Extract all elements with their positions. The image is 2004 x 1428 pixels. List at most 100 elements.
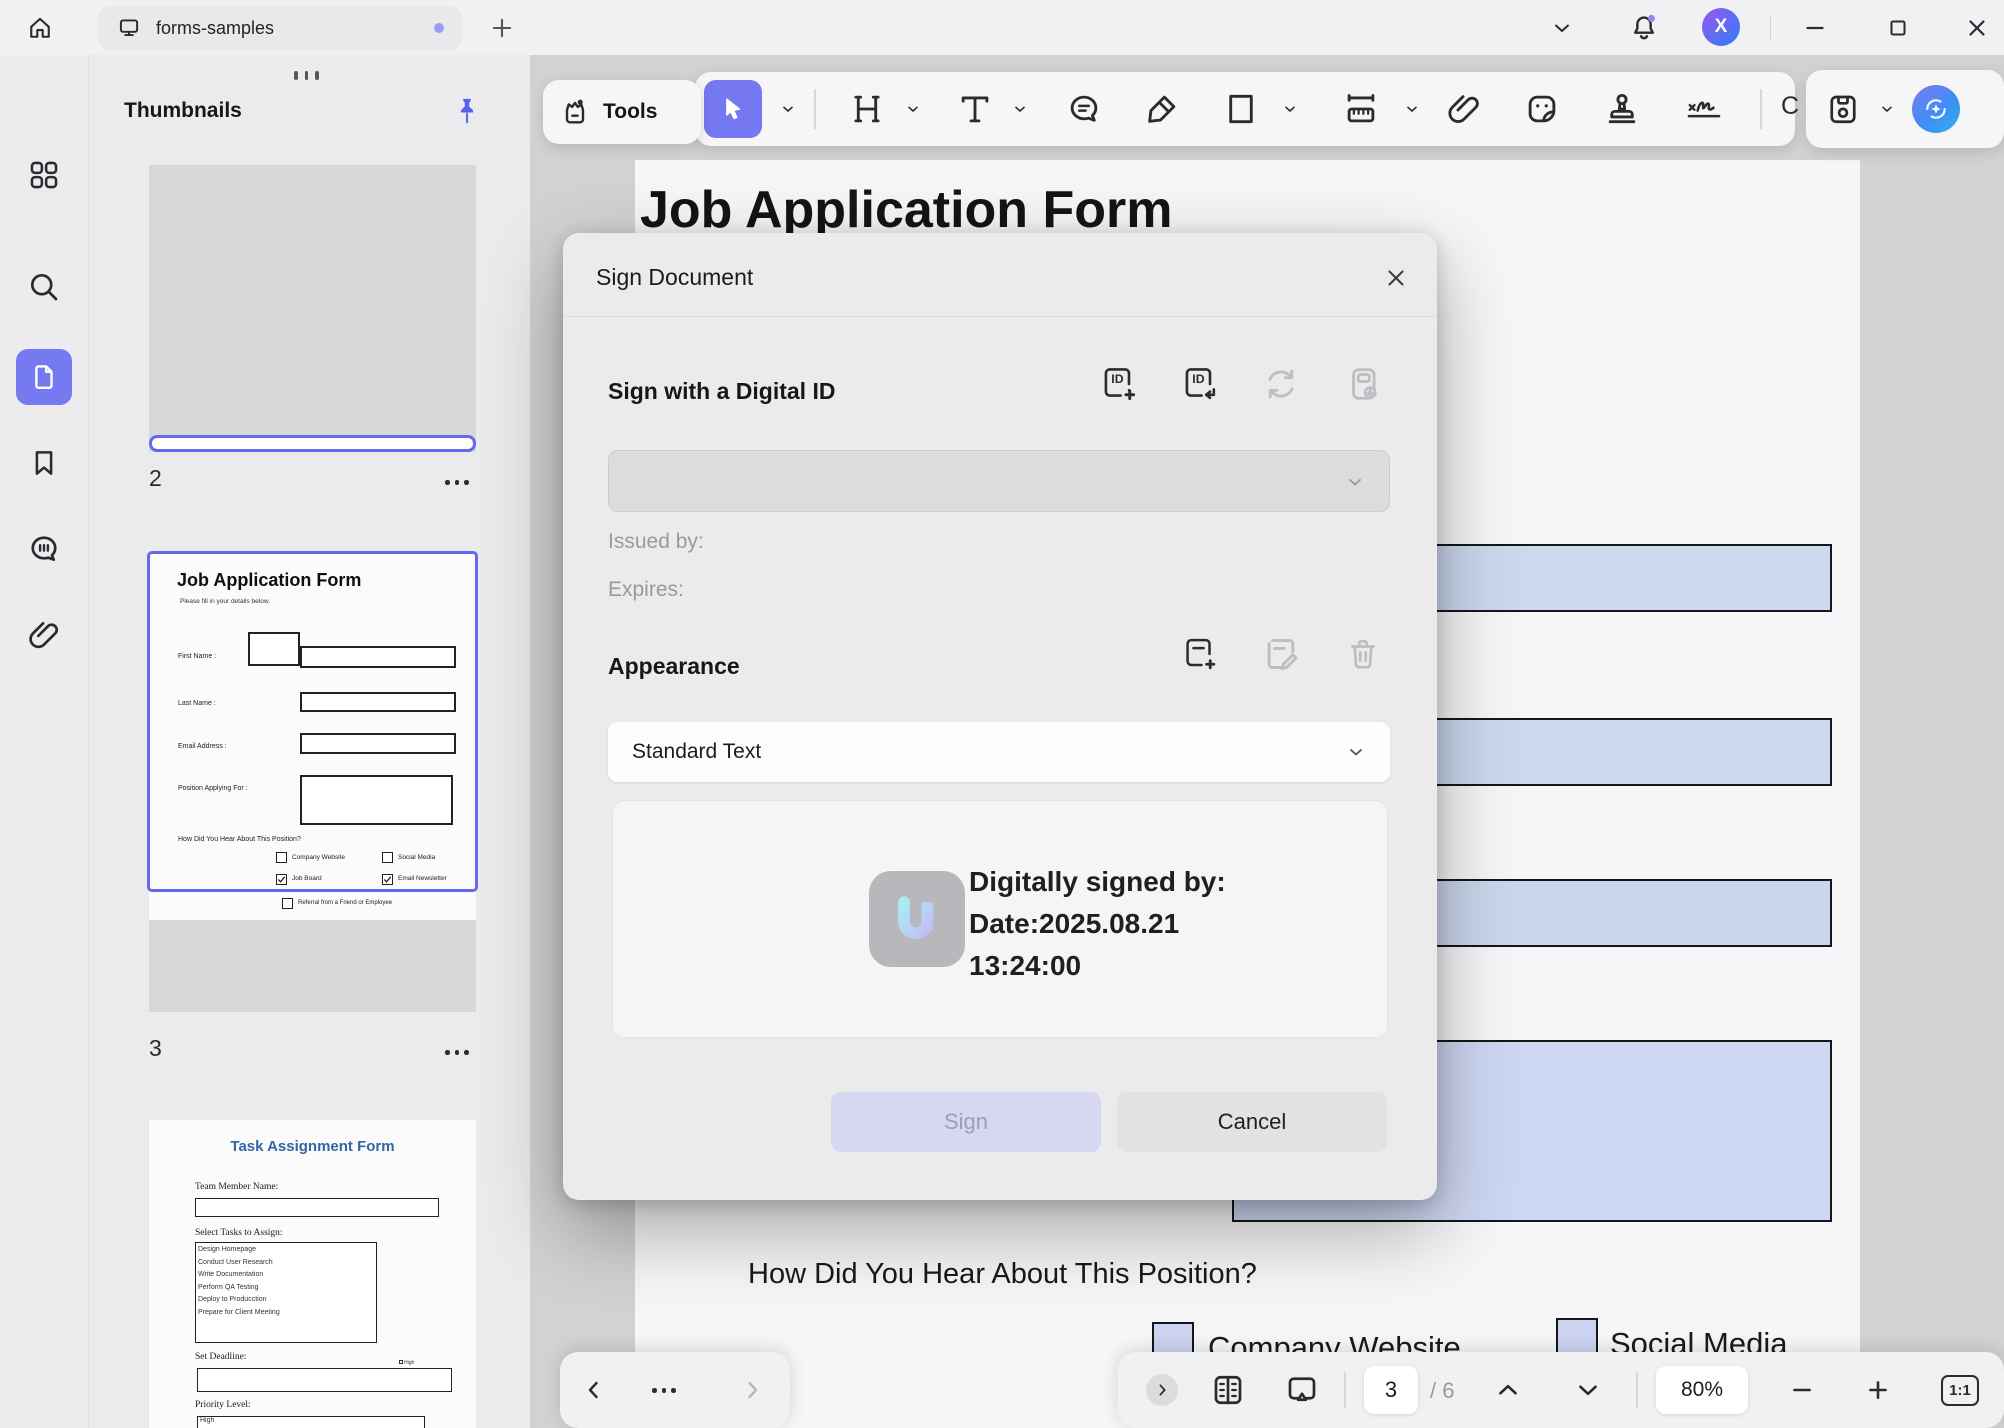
left-rail [0, 55, 88, 1428]
bar-divider [1344, 1372, 1346, 1408]
actual-size-button[interactable]: 1:1 [1934, 1368, 1986, 1412]
new-tab-button[interactable] [480, 10, 524, 46]
account-button[interactable]: X [1702, 8, 1740, 46]
shape-tool-dropdown[interactable] [1275, 94, 1305, 124]
page2-number: 2 [149, 465, 162, 492]
sidebar-item-apps[interactable] [16, 147, 72, 203]
tools-button[interactable]: Tools [543, 80, 701, 144]
trash-icon [1345, 636, 1381, 672]
zoom-level-input[interactable]: 80% [1656, 1366, 1748, 1414]
thumb3-job-label: Job Board [292, 875, 322, 882]
plus-icon [488, 14, 516, 42]
stamp-tool-button[interactable] [1598, 87, 1646, 131]
heading-tool-dropdown[interactable] [898, 94, 928, 124]
document-tab[interactable]: forms-samples [98, 6, 462, 50]
grid-icon [27, 158, 61, 192]
signature-tool-button[interactable] [1678, 87, 1730, 131]
ai-assistant-button[interactable] [1912, 85, 1960, 133]
text-tool-button[interactable] [951, 87, 999, 131]
sign-button[interactable]: Sign [831, 1092, 1101, 1152]
measure-tool-button[interactable] [1337, 87, 1385, 131]
dialog-close-button[interactable] [1375, 257, 1417, 299]
avatar: X [1702, 8, 1740, 46]
create-appearance-button[interactable] [1177, 631, 1223, 677]
app-window: forms-samples X [0, 0, 2004, 1428]
appearance-heading: Appearance [608, 653, 740, 680]
thumb3-company-label: Company Website [292, 854, 345, 861]
save-icon [1825, 91, 1861, 127]
sidebar-item-thumbnails[interactable] [16, 349, 72, 405]
import-digital-id-button[interactable]: ID [1177, 361, 1223, 407]
minus-icon [1789, 1377, 1815, 1403]
bar-divider [1636, 1372, 1638, 1408]
sidebar-item-attachments[interactable] [16, 607, 72, 663]
sidebar-item-bookmarks[interactable] [16, 435, 72, 491]
thumb4-task-item: Deploy to Producction [198, 1294, 374, 1307]
titlebar-collapse-button[interactable] [1540, 10, 1584, 46]
sidebar-item-swatches[interactable] [16, 1413, 72, 1428]
tools-label: Tools [603, 100, 657, 124]
thumb4-priority-label: Priority Level: [195, 1400, 251, 1410]
shape-tool-button[interactable] [1217, 87, 1265, 131]
forward-button[interactable] [732, 1370, 772, 1410]
sticker-tool-button[interactable] [1518, 87, 1566, 131]
close-window-button[interactable] [1955, 10, 1999, 46]
edit-appearance-button[interactable] [1258, 631, 1304, 677]
refresh-id-button[interactable] [1258, 361, 1304, 407]
thumb4-member-label: Team Member Name: [195, 1182, 278, 1192]
save-button[interactable] [1820, 86, 1866, 132]
next-page-button[interactable] [1566, 1368, 1610, 1412]
ai-sparkle-icon [1921, 94, 1951, 124]
heading-tool-button[interactable] [843, 87, 891, 131]
tools-bag-icon [559, 96, 591, 128]
sidebar-item-search[interactable] [16, 259, 72, 315]
highlighter-tool-button[interactable] [1138, 87, 1186, 131]
maximize-icon [1886, 16, 1910, 40]
comment-tool-button[interactable] [1060, 87, 1108, 131]
notifications-button[interactable] [1622, 10, 1666, 46]
thumbnail-page-2[interactable] [149, 165, 476, 452]
page3-menu-button[interactable] [445, 1050, 469, 1055]
select-tool-button[interactable] [704, 80, 762, 138]
thumb3-email-label: Email Address : [178, 743, 227, 750]
home-button[interactable] [18, 10, 62, 46]
minimize-button[interactable] [1793, 10, 1837, 46]
zoom-in-button[interactable] [1856, 1368, 1900, 1412]
pin-panel-button[interactable] [451, 95, 483, 129]
back-button[interactable] [574, 1370, 614, 1410]
text-tool-dropdown[interactable] [1005, 94, 1035, 124]
page2-menu-button[interactable] [445, 480, 469, 485]
thumb4-member-box [195, 1198, 439, 1217]
page-layout-button[interactable] [1206, 1368, 1250, 1412]
zoom-out-button[interactable] [1780, 1368, 1824, 1412]
appearance-select-value: Standard Text [632, 740, 761, 764]
sidebar-item-comments[interactable] [16, 521, 72, 577]
collapse-bar-button[interactable] [1146, 1374, 1178, 1406]
thumbnail-page-4[interactable]: Task Assignment Form Team Member Name: S… [149, 1120, 476, 1428]
maximize-button[interactable] [1876, 10, 1920, 46]
thumbnail-page-3[interactable]: Job Application Form Please fill in your… [147, 551, 478, 892]
chevron-down-icon [1346, 742, 1366, 762]
panel-drag-handle[interactable] [294, 71, 319, 80]
document-title: Job Application Form [640, 180, 1173, 240]
previous-page-button[interactable] [1486, 1368, 1530, 1412]
thumb4-task-item: Prepare for Client Meeting [198, 1307, 374, 1320]
save-dropdown[interactable] [1874, 96, 1900, 122]
delete-appearance-button[interactable] [1340, 631, 1386, 677]
select-tool-dropdown[interactable] [773, 94, 803, 124]
history-menu-button[interactable] [652, 1388, 676, 1393]
presentation-button[interactable] [1280, 1368, 1324, 1412]
thumb3-subtitle: Please fill in your details below. [180, 598, 270, 605]
add-digital-id-button[interactable]: ID [1096, 361, 1142, 407]
thumbnail-page-3-lower[interactable]: Referral from a Friend or Employee [149, 892, 476, 920]
digital-id-select[interactable] [608, 450, 1390, 512]
thumb3-newsletter-label: Email Newsletter [398, 875, 447, 882]
export-id-button[interactable] [1340, 361, 1386, 407]
appearance-select[interactable]: Standard Text [608, 722, 1390, 782]
page-total: / 6 [1430, 1378, 1454, 1404]
cancel-button[interactable]: Cancel [1117, 1092, 1387, 1152]
attach-tool-button[interactable] [1440, 87, 1488, 131]
template-add-icon [1181, 635, 1219, 673]
measure-tool-dropdown[interactable] [1397, 94, 1427, 124]
page-number-input[interactable]: 3 [1364, 1366, 1418, 1414]
